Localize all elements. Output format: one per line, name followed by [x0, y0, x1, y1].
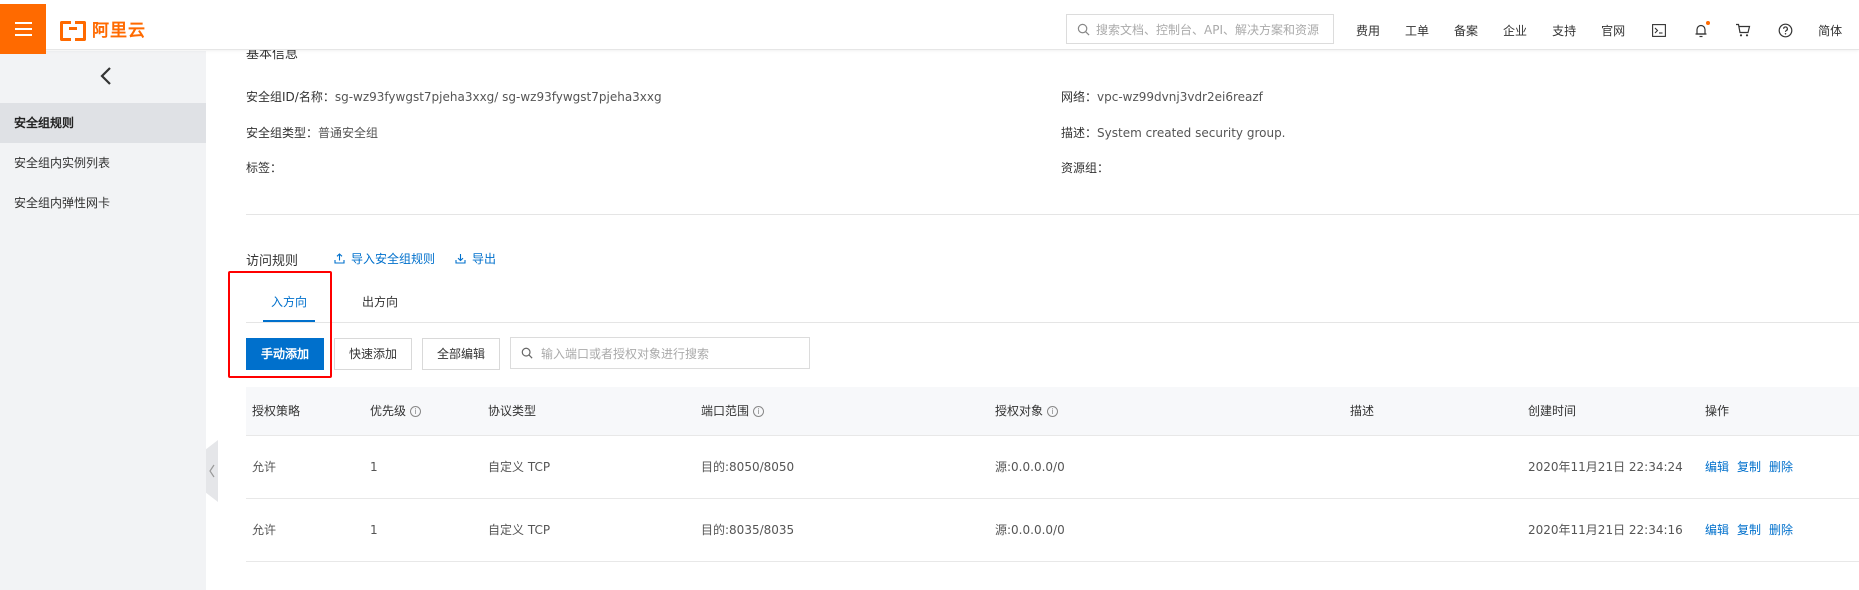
collapse-chevron-icon — [209, 464, 215, 478]
export-label: 导出 — [472, 252, 497, 266]
resource-group-row: 资源组： — [1061, 159, 1109, 176]
access-rules-title: 访问规则 — [246, 254, 299, 269]
upload-icon — [334, 253, 345, 264]
cell-source: 源:0.0.0.0/0 — [995, 523, 1065, 537]
rules-search-input[interactable]: 输入端口或者授权对象进行搜索 — [510, 337, 810, 369]
cell-created: 2020年11月21日 22:34:24 — [1528, 460, 1683, 474]
copy-link[interactable]: 复制 — [1737, 460, 1761, 474]
cell-actions: 编辑 复制 删除 — [1705, 436, 1801, 499]
logo-mark-icon — [60, 20, 86, 41]
col-priority: 优先级 i — [370, 387, 422, 436]
network-row: 网络：vpc-wz99dvnj3vdr2ei6reazf — [1061, 88, 1263, 105]
delete-link[interactable]: 删除 — [1769, 523, 1793, 537]
col-created: 创建时间 — [1528, 404, 1577, 418]
cell-priority: 1 — [370, 460, 378, 474]
cell-port: 目的:8035/8035 — [701, 523, 795, 537]
back-chevron-icon[interactable] — [100, 66, 112, 89]
export-link[interactable]: 导出 — [455, 250, 496, 267]
rules-table: 授权策略 优先级 i 协议类型 端口范围 i 授权对象 i 描述 创建时间 操作 允许… — [246, 387, 1859, 562]
cell-actions: 编辑 复制 删除 — [1705, 499, 1801, 562]
cell-source: 源:0.0.0.0/0 — [995, 460, 1065, 474]
nav-icp[interactable]: 备案 — [1454, 22, 1478, 39]
search-placeholder: 搜索文档、控制台、API、解决方案和资源 — [1096, 22, 1319, 37]
col-policy: 授权策略 — [252, 404, 301, 418]
search-icon — [521, 347, 533, 359]
type-value: 普通安全组 — [318, 126, 379, 140]
col-source: 授权对象 i — [995, 387, 1059, 436]
quick-add-button[interactable]: 快速添加 — [334, 338, 413, 370]
tab-outbound[interactable]: 出方向 — [354, 285, 406, 322]
edit-link[interactable]: 编辑 — [1705, 523, 1729, 537]
cart-icon[interactable] — [1734, 21, 1752, 39]
sidebar: 安全组规则 安全组内实例列表 安全组内弹性网卡 — [0, 51, 206, 590]
type-label: 安全组类型： — [246, 126, 319, 140]
logo-text: 阿里云 — [92, 21, 146, 41]
col-protocol: 协议类型 — [488, 404, 537, 418]
info-icon[interactable]: i — [410, 406, 422, 417]
security-group-type-row: 安全组类型：普通安全组 — [246, 124, 378, 141]
delete-link[interactable]: 删除 — [1769, 460, 1793, 474]
cell-port: 目的:8050/8050 — [701, 460, 795, 474]
global-search-input[interactable]: 搜索文档、控制台、API、解决方案和资源 — [1066, 14, 1334, 44]
edit-all-button[interactable]: 全部编辑 — [422, 338, 501, 370]
rules-search-placeholder: 输入端口或者授权对象进行搜索 — [541, 346, 710, 361]
description-label: 描述： — [1061, 126, 1098, 140]
id-label: 安全组ID/名称： — [246, 90, 335, 104]
direction-tabs: 入方向 出方向 — [246, 285, 1859, 323]
search-icon — [1077, 23, 1090, 35]
help-icon[interactable] — [1776, 21, 1794, 39]
terminal-icon[interactable] — [1650, 21, 1668, 39]
sidebar-item-enis[interactable]: 安全组内弹性网卡 — [0, 183, 206, 223]
col-port-range: 端口范围 i — [701, 387, 765, 436]
cell-created: 2020年11月21日 22:34:16 — [1528, 523, 1683, 537]
import-rules-label: 导入安全组规则 — [351, 252, 436, 266]
info-icon[interactable]: i — [1047, 406, 1059, 417]
notification-dot — [1706, 21, 1711, 25]
bell-icon[interactable] — [1692, 21, 1711, 39]
id-value: sg-wz93fywgst7pjeha3xxg/ sg-wz93fywgst7p… — [334, 90, 662, 104]
table-row: 允许 1 自定义 TCP 目的:8050/8050 源:0.0.0.0/0 20… — [246, 436, 1859, 499]
table-row: 允许 1 自定义 TCP 目的:8035/8035 源:0.0.0.0/0 20… — [246, 499, 1859, 562]
menu-icon[interactable] — [0, 4, 46, 54]
cell-protocol: 自定义 TCP — [488, 523, 551, 537]
download-icon — [455, 254, 466, 264]
edit-link[interactable]: 编辑 — [1705, 460, 1729, 474]
network-value: vpc-wz99dvnj3vdr2ei6reazf — [1097, 90, 1263, 104]
import-rules-link[interactable]: 导入安全组规则 — [334, 250, 435, 267]
info-icon[interactable]: i — [753, 406, 765, 417]
nav-official-site[interactable]: 官网 — [1601, 22, 1625, 39]
top-navbar: 阿里云 搜索文档、控制台、API、解决方案和资源 费用 工单 备案 企业 支持 … — [0, 0, 1859, 54]
top-nav: 费用 工单 备案 企业 支持 官网 简体 — [1356, 0, 1842, 60]
nav-tickets[interactable]: 工单 — [1405, 22, 1429, 39]
tags-row: 标签： — [246, 159, 282, 176]
sidebar-item-instances[interactable]: 安全组内实例列表 — [0, 143, 206, 183]
annotation-highlight-box — [228, 271, 332, 378]
aliyun-logo[interactable]: 阿里云 — [60, 16, 146, 41]
cell-policy: 允许 — [252, 460, 277, 474]
cell-priority: 1 — [370, 523, 378, 537]
col-description: 描述 — [1350, 404, 1375, 418]
cell-policy: 允许 — [252, 523, 277, 537]
nav-enterprise[interactable]: 企业 — [1503, 22, 1527, 39]
nav-support[interactable]: 支持 — [1552, 22, 1576, 39]
tags-label: 标签： — [246, 161, 283, 175]
sidebar-collapse-handle[interactable] — [206, 440, 218, 502]
network-label: 网络： — [1061, 90, 1098, 104]
col-actions: 操作 — [1705, 404, 1730, 418]
description-row: 描述：System created security group. — [1061, 124, 1286, 141]
language-switch[interactable]: 简体 — [1818, 22, 1842, 39]
table-header: 授权策略 优先级 i 协议类型 端口范围 i 授权对象 i 描述 创建时间 操作 — [246, 387, 1859, 436]
section-divider — [246, 214, 1859, 215]
security-group-id-row: 安全组ID/名称：sg-wz93fywgst7pjeha3xxg/ sg-wz9… — [246, 88, 662, 105]
nav-fees[interactable]: 费用 — [1356, 22, 1380, 39]
sidebar-item-security-rules[interactable]: 安全组规则 — [0, 103, 206, 143]
resource-group-label: 资源组： — [1061, 161, 1110, 175]
copy-link[interactable]: 复制 — [1737, 523, 1761, 537]
description-value: System created security group. — [1097, 126, 1286, 140]
cell-protocol: 自定义 TCP — [488, 460, 551, 474]
